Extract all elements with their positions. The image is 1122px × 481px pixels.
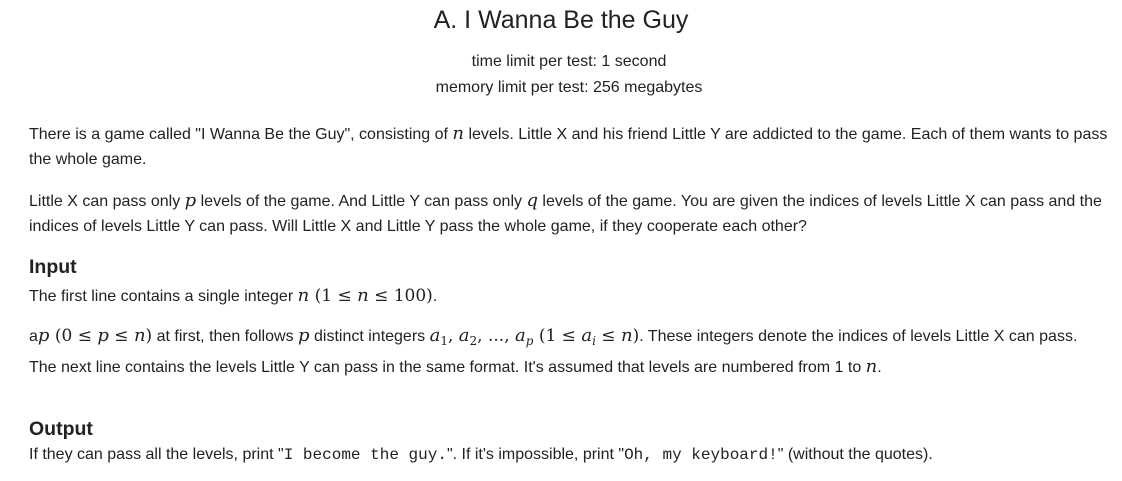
math-var: n — [297, 285, 310, 306]
problem-statement: A. I Wanna Be the Guy time limit per tes… — [0, 0, 1122, 481]
math-var: p — [37, 325, 50, 346]
output-line: If they can pass all the levels, print "… — [29, 442, 1109, 468]
text: . — [432, 288, 438, 305]
output-heading: Output — [29, 418, 93, 440]
math-text: ≤ — [595, 326, 621, 346]
text: levels of the game. And Little Y can pas… — [196, 193, 527, 210]
text: There is a game called "I Wanna Be the G… — [29, 126, 453, 143]
math-text: (1 ≤ — [533, 326, 582, 346]
math-var: n — [865, 356, 878, 377]
memory-limit: memory limit per test: 256 megabytes — [435, 79, 703, 96]
legend-paragraph-1: There is a game called "I Wanna Be the G… — [29, 121, 1109, 172]
text: Little X can pass only — [29, 193, 185, 210]
math-text: , — [447, 326, 459, 346]
math-text: ≤ — [108, 326, 134, 346]
math-var: p — [298, 325, 310, 346]
text: a — [29, 328, 38, 345]
math-var: a — [429, 325, 441, 346]
math-var: n — [357, 285, 369, 306]
problem-title: A. I Wanna Be the Guy — [433, 6, 689, 34]
input-line-2: ap (0 ≤ p ≤ n) at first, then follows p … — [29, 323, 1109, 381]
math-var: a — [515, 325, 526, 346]
code-snippet: Oh, my keyboard! — [624, 446, 778, 464]
text: The first line contains a single integer — [29, 288, 298, 305]
input-heading: Input — [29, 256, 77, 278]
math-var: a — [458, 325, 470, 346]
text: If they can pass all the levels, print " — [29, 446, 284, 463]
legend-paragraph-2: Little X can pass only p levels of the g… — [29, 188, 1109, 239]
math-subscript: 1 — [440, 334, 448, 348]
math-text: , ..., — [477, 326, 515, 346]
text: . — [877, 359, 882, 376]
math-var: q — [526, 190, 538, 211]
math-var: p — [184, 190, 197, 211]
math-text: ≤ 100) — [368, 286, 433, 306]
math-text: (0 ≤ — [49, 326, 98, 346]
math-text: (1 ≤ — [309, 286, 358, 306]
math-var: n — [452, 123, 465, 144]
text: at first, then follows — [152, 328, 299, 345]
math-var: n — [620, 325, 633, 346]
math-var: p — [97, 325, 109, 346]
code-snippet: I become the guy. — [283, 446, 447, 464]
math-var: a — [581, 325, 593, 346]
text: ". If it's impossible, print " — [446, 446, 625, 463]
input-line-1: The first line contains a single integer… — [29, 283, 1109, 309]
text: " (without the quotes). — [777, 446, 933, 463]
time-limit: time limit per test: 1 second — [471, 53, 667, 70]
math-var: n — [133, 325, 146, 346]
text: distinct integers — [309, 328, 430, 345]
